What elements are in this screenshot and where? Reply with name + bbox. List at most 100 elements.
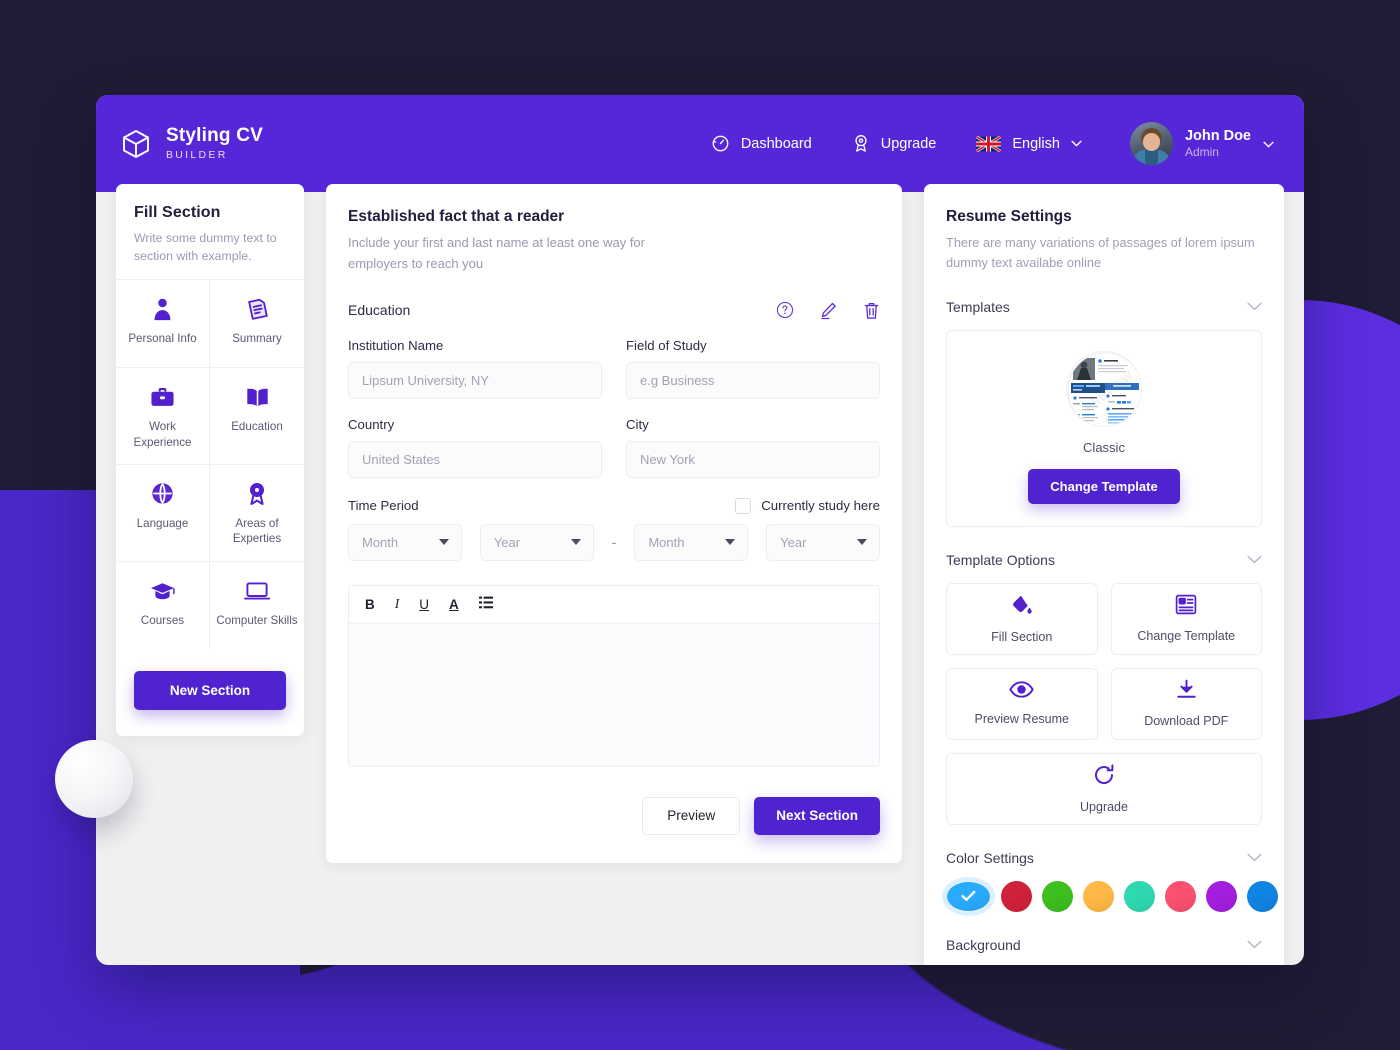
institution-input[interactable] — [348, 361, 602, 399]
eye-icon — [1009, 681, 1035, 703]
background-accordion-header[interactable]: Background — [946, 936, 1262, 954]
user-chevron-down-icon — [1263, 135, 1274, 153]
date-range-separator: - — [611, 534, 617, 551]
fill-section-title: Fill Section — [134, 204, 221, 221]
person-icon — [151, 296, 174, 322]
currently-study-here-checkbox[interactable]: Currently study here — [735, 497, 880, 514]
cube-logo-icon — [120, 128, 152, 160]
template-name: Classic — [1083, 439, 1125, 455]
color-swatch[interactable] — [1042, 880, 1073, 912]
chevron-down-icon — [1247, 849, 1262, 867]
color-swatch[interactable] — [1124, 880, 1155, 912]
text-color-icon[interactable]: A — [449, 597, 459, 612]
bullet-list-icon[interactable] — [478, 596, 493, 612]
template-options-accordion-header[interactable]: Template Options — [946, 551, 1262, 569]
option-upgrade[interactable]: Upgrade — [946, 752, 1262, 825]
sidebar-item-personal-info[interactable]: Personal Info — [116, 279, 210, 368]
nav-upgrade-label: Upgrade — [880, 135, 937, 152]
check-icon — [947, 882, 990, 911]
fill-section-panel: Fill Section Write some dummy text to se… — [116, 184, 304, 736]
sidebar-label: Work Experience — [133, 420, 192, 449]
sidebar-label: Computer Skills — [216, 613, 298, 627]
briefcase-icon — [150, 384, 175, 410]
new-section-button[interactable]: New Section — [134, 670, 286, 710]
country-input[interactable] — [348, 440, 602, 478]
institution-field-row: Institution Name Field of Study — [348, 338, 880, 399]
app-body: Fill Section Write some dummy text to se… — [96, 184, 1304, 965]
underline-icon[interactable]: U — [419, 597, 429, 612]
form-title: Established fact that a reader — [348, 208, 565, 225]
chevron-down-icon — [438, 538, 449, 545]
option-preview-resume[interactable]: Preview Resume — [946, 667, 1098, 740]
city-input[interactable] — [626, 440, 880, 478]
country-label: Country — [348, 416, 395, 432]
option-label: Upgrade — [1080, 799, 1128, 814]
trash-icon[interactable] — [863, 301, 880, 320]
chevron-down-icon — [1247, 298, 1262, 316]
edit-pencil-icon[interactable] — [819, 301, 838, 320]
color-swatch[interactable] — [1001, 880, 1032, 912]
user-name: John Doe — [1184, 127, 1251, 144]
change-template-button[interactable]: Change Template — [1028, 468, 1180, 504]
nav-dashboard[interactable]: Dashboard — [711, 134, 812, 153]
sidebar-item-education[interactable]: Education — [210, 367, 304, 464]
option-fill-section[interactable]: Fill Section — [946, 582, 1098, 655]
dashboard-icon — [711, 134, 730, 153]
color-swatch[interactable] — [1206, 880, 1237, 912]
italic-icon[interactable]: I — [395, 596, 400, 612]
sidebar-label: Language — [136, 516, 189, 530]
user-menu[interactable]: John Doe Admin — [1129, 122, 1274, 165]
layout-grid-icon — [1175, 594, 1197, 620]
color-swatch[interactable] — [1165, 880, 1196, 912]
rich-text-editor: B I U A — [348, 584, 880, 767]
sidebar-label: Courses — [140, 613, 185, 627]
option-change-template[interactable]: Change Template — [1110, 582, 1262, 655]
field-of-study-input[interactable] — [626, 361, 880, 399]
color-swatch[interactable] — [1247, 880, 1278, 912]
option-label: Download PDF — [1144, 714, 1229, 729]
brand-logo[interactable]: Styling CV BUILDER — [120, 126, 263, 161]
color-swatch[interactable] — [1083, 880, 1114, 912]
time-period-selects: Month Year - Month Year — [348, 523, 880, 561]
section-name-label: Education — [348, 302, 411, 319]
option-label: Fill Section — [991, 629, 1053, 644]
bold-icon[interactable]: B — [365, 597, 375, 612]
field-of-study-label: Field of Study — [626, 337, 707, 353]
language-selector[interactable]: English — [976, 135, 1082, 152]
color-swatch[interactable] — [946, 880, 991, 912]
sidebar-item-areas-of-experties[interactable]: Areas of Experties — [210, 463, 304, 561]
brand-subtitle: BUILDER — [166, 149, 228, 162]
sidebar-item-language[interactable]: Language — [116, 463, 210, 561]
color-settings-heading: Color Settings — [946, 849, 1034, 866]
sidebar-label: Education — [231, 420, 283, 434]
award-icon — [852, 134, 870, 153]
sidebar-item-computer-skills[interactable]: Computer Skills — [210, 560, 304, 649]
chevron-down-icon — [1247, 551, 1262, 569]
nav-upgrade[interactable]: Upgrade — [852, 134, 937, 153]
ribbon-badge-icon — [246, 481, 268, 507]
help-icon[interactable] — [776, 301, 794, 319]
user-role: Admin — [1184, 144, 1219, 159]
resume-settings-title: Resume Settings — [946, 208, 1072, 225]
templates-heading: Templates — [946, 298, 1010, 315]
brand-title: Styling CV — [166, 125, 264, 147]
resume-settings-description: There are many variations of passages of… — [946, 235, 1255, 271]
location-field-row: Country City — [348, 417, 880, 478]
sidebar-item-work-experience[interactable]: Work Experience — [116, 367, 210, 464]
chevron-down-icon — [856, 538, 867, 545]
option-download-pdf[interactable]: Download PDF — [1110, 667, 1262, 740]
editor-toolbar: B I U A — [349, 585, 879, 624]
templates-accordion-header[interactable]: Templates — [946, 298, 1262, 316]
sidebar-item-summary[interactable]: Summary — [210, 279, 304, 367]
language-label: English — [1012, 135, 1060, 152]
template-options-grid: Fill Section Change Template Preview Res… — [946, 582, 1262, 825]
color-settings-accordion-header[interactable]: Color Settings — [946, 849, 1262, 867]
editor-content-area[interactable] — [349, 623, 879, 766]
chevron-down-icon — [1247, 936, 1262, 954]
next-section-button[interactable]: Next Section — [754, 796, 880, 835]
sidebar-item-courses[interactable]: Courses — [116, 560, 210, 649]
section-grid: Personal Info Summary Work Experience Ed… — [116, 279, 304, 649]
template-options-heading: Template Options — [946, 551, 1055, 568]
preview-button[interactable]: Preview — [642, 796, 741, 835]
section-toolbar: Education — [348, 301, 880, 320]
